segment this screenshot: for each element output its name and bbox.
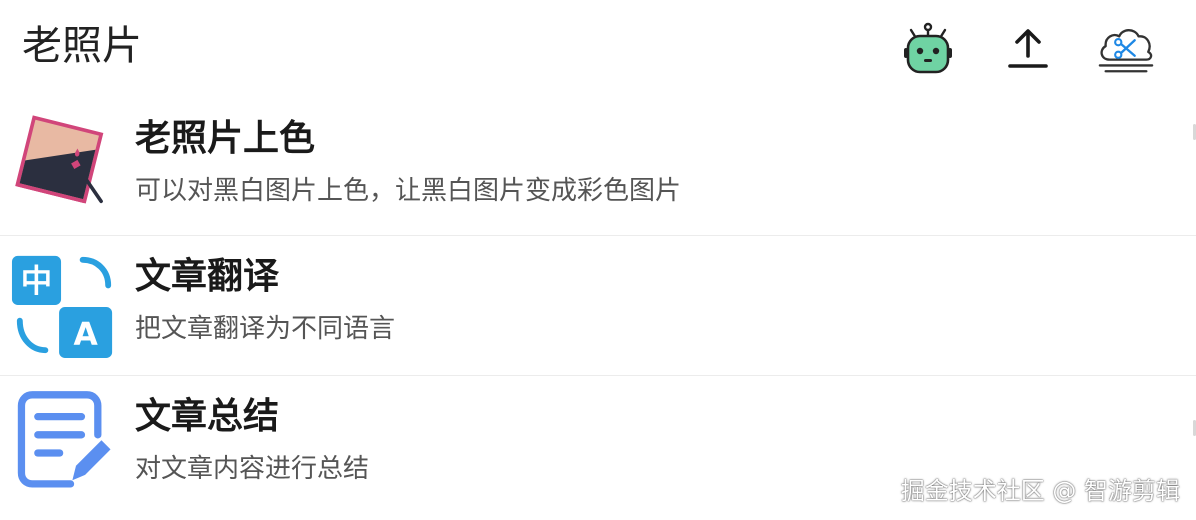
item-description: 可以对黑白图片上色，让黑白图片变成彩色图片 — [135, 176, 682, 206]
photo-colorize-icon — [15, 115, 104, 204]
translate-icon: 中 A — [11, 255, 113, 359]
page-title: 老照片 — [22, 23, 142, 69]
list-item-photo-colorize[interactable]: 老照片上色 可以对黑白图片上色，让黑白图片变成彩色图片 — [0, 98, 1196, 236]
feature-panel: 老照片 老照片上色 可以对黑白图片上色，让黑白图片变成彩色图片 中 A 文章翻译… — [0, 0, 1196, 520]
list-item-translate[interactable]: 中 A 文章翻译 把文章翻译为不同语言 — [0, 236, 1196, 376]
robot-button[interactable] — [898, 18, 958, 78]
item-title: 老照片上色 — [135, 118, 316, 159]
cloud-clip-button[interactable] — [1096, 18, 1156, 78]
item-title: 文章总结 — [135, 396, 280, 437]
upload-button[interactable] — [998, 18, 1058, 78]
header: 老照片 — [0, 0, 1196, 98]
svg-text:A: A — [73, 316, 98, 352]
item-description: 把文章翻译为不同语言 — [135, 314, 396, 344]
document-edit-icon — [17, 391, 111, 488]
svg-text:中: 中 — [21, 263, 52, 299]
item-description: 对文章内容进行总结 — [135, 454, 370, 484]
watermark: 掘金技术社区 @ 智游剪辑 — [900, 477, 1180, 505]
feature-list: 老照片上色 可以对黑白图片上色，让黑白图片变成彩色图片 中 A 文章翻译 把文章… — [0, 98, 1196, 516]
upload-icon — [1008, 29, 1048, 68]
cloud-scissors-icon — [1098, 29, 1154, 73]
item-title: 文章翻译 — [135, 256, 280, 297]
robot-icon — [904, 22, 952, 74]
